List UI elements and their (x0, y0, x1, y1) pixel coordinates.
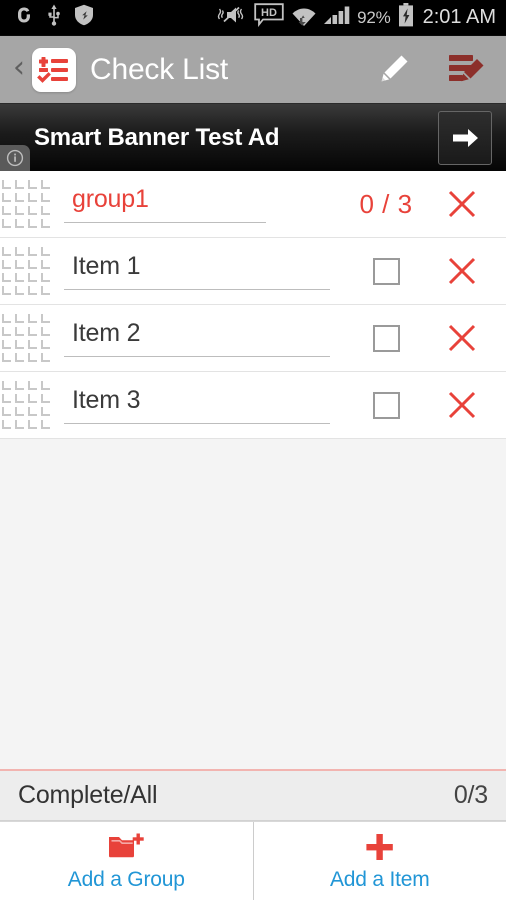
app-screen: HD 92% 2:01 AM ‹ Check List Smart Banner… (0, 0, 506, 900)
checklist-area: 0 / 3 (0, 171, 506, 769)
status-bar: HD 92% 2:01 AM (0, 0, 506, 36)
item-row[interactable] (0, 305, 506, 372)
checklist-app-icon (32, 47, 76, 92)
item-row[interactable] (0, 372, 506, 439)
ad-banner[interactable]: Smart Banner Test Ad (0, 104, 506, 171)
svg-text:HD: HD (261, 7, 277, 19)
shield-sync-icon (74, 4, 94, 31)
summary-bar: Complete/All 0/3 (0, 769, 506, 821)
ad-cta-button[interactable] (438, 110, 492, 165)
add-item-button[interactable]: Add a Item (252, 822, 506, 900)
item-checkbox[interactable] (372, 257, 400, 285)
usb-icon (47, 4, 61, 31)
sigma-app-icon (14, 5, 34, 30)
item-checkbox[interactable] (372, 324, 400, 352)
arrow-right-icon (453, 128, 478, 147)
item-name-input[interactable] (64, 252, 330, 290)
item-name-field-wrap (50, 319, 340, 357)
hd-icon: HD (254, 3, 284, 32)
close-icon (448, 257, 476, 285)
back-button[interactable]: ‹ (6, 52, 32, 87)
action-bar: ‹ Check List (0, 36, 506, 104)
group-name-field-wrap (50, 185, 340, 223)
group-counter-label: 0 / 3 (359, 188, 413, 219)
add-item-label: Add a Item (329, 868, 430, 891)
summary-label: Complete/All (18, 781, 158, 809)
checklist-rows: 0 / 3 (0, 171, 506, 439)
close-icon (448, 190, 476, 218)
signal-icon (324, 4, 350, 31)
item-name-input[interactable] (64, 386, 330, 424)
battery-charging-icon (398, 3, 414, 32)
group-name-input[interactable] (64, 185, 266, 223)
pencil-icon[interactable] (370, 47, 416, 93)
close-icon (448, 391, 476, 419)
add-group-label: Add a Group (67, 868, 185, 891)
item-checkbox-cell[interactable] (340, 391, 432, 419)
battery-percent-label: 92% (357, 7, 391, 27)
item-checkbox-cell[interactable] (340, 257, 432, 285)
item-delete-button[interactable] (432, 254, 492, 288)
ad-headline: Smart Banner Test Ad (34, 123, 280, 151)
vibrate-mute-icon (217, 4, 247, 31)
status-bar-right-icons: HD 92% 2:01 AM (217, 3, 496, 32)
edit-list-icon[interactable] (444, 47, 490, 93)
item-delete-button[interactable] (432, 388, 492, 422)
status-bar-left-icons (14, 4, 94, 31)
page-title: Check List (90, 52, 229, 86)
drag-handle-icon[interactable] (0, 245, 50, 297)
wifi-icon (291, 3, 317, 32)
bottom-action-bar: Add a Group Add a Item (0, 821, 506, 900)
info-icon[interactable] (0, 145, 30, 171)
add-group-button[interactable]: Add a Group (0, 822, 253, 900)
item-name-input[interactable] (64, 319, 330, 357)
drag-handle-icon[interactable] (0, 379, 50, 431)
close-icon (448, 324, 476, 352)
group-delete-button[interactable] (432, 187, 492, 221)
summary-value: 0/3 (453, 781, 488, 809)
drag-handle-icon[interactable] (0, 312, 50, 364)
item-checkbox[interactable] (372, 391, 400, 419)
item-delete-button[interactable] (432, 321, 492, 355)
item-name-field-wrap (50, 386, 340, 424)
item-checkbox-cell[interactable] (340, 324, 432, 352)
clock-label: 2:01 AM (422, 6, 496, 28)
drag-handle-icon[interactable] (0, 178, 50, 230)
plus-icon (363, 830, 397, 864)
group-row[interactable]: 0 / 3 (0, 171, 506, 238)
item-row[interactable] (0, 238, 506, 305)
item-name-field-wrap (50, 252, 340, 290)
folder-plus-icon (106, 830, 146, 864)
